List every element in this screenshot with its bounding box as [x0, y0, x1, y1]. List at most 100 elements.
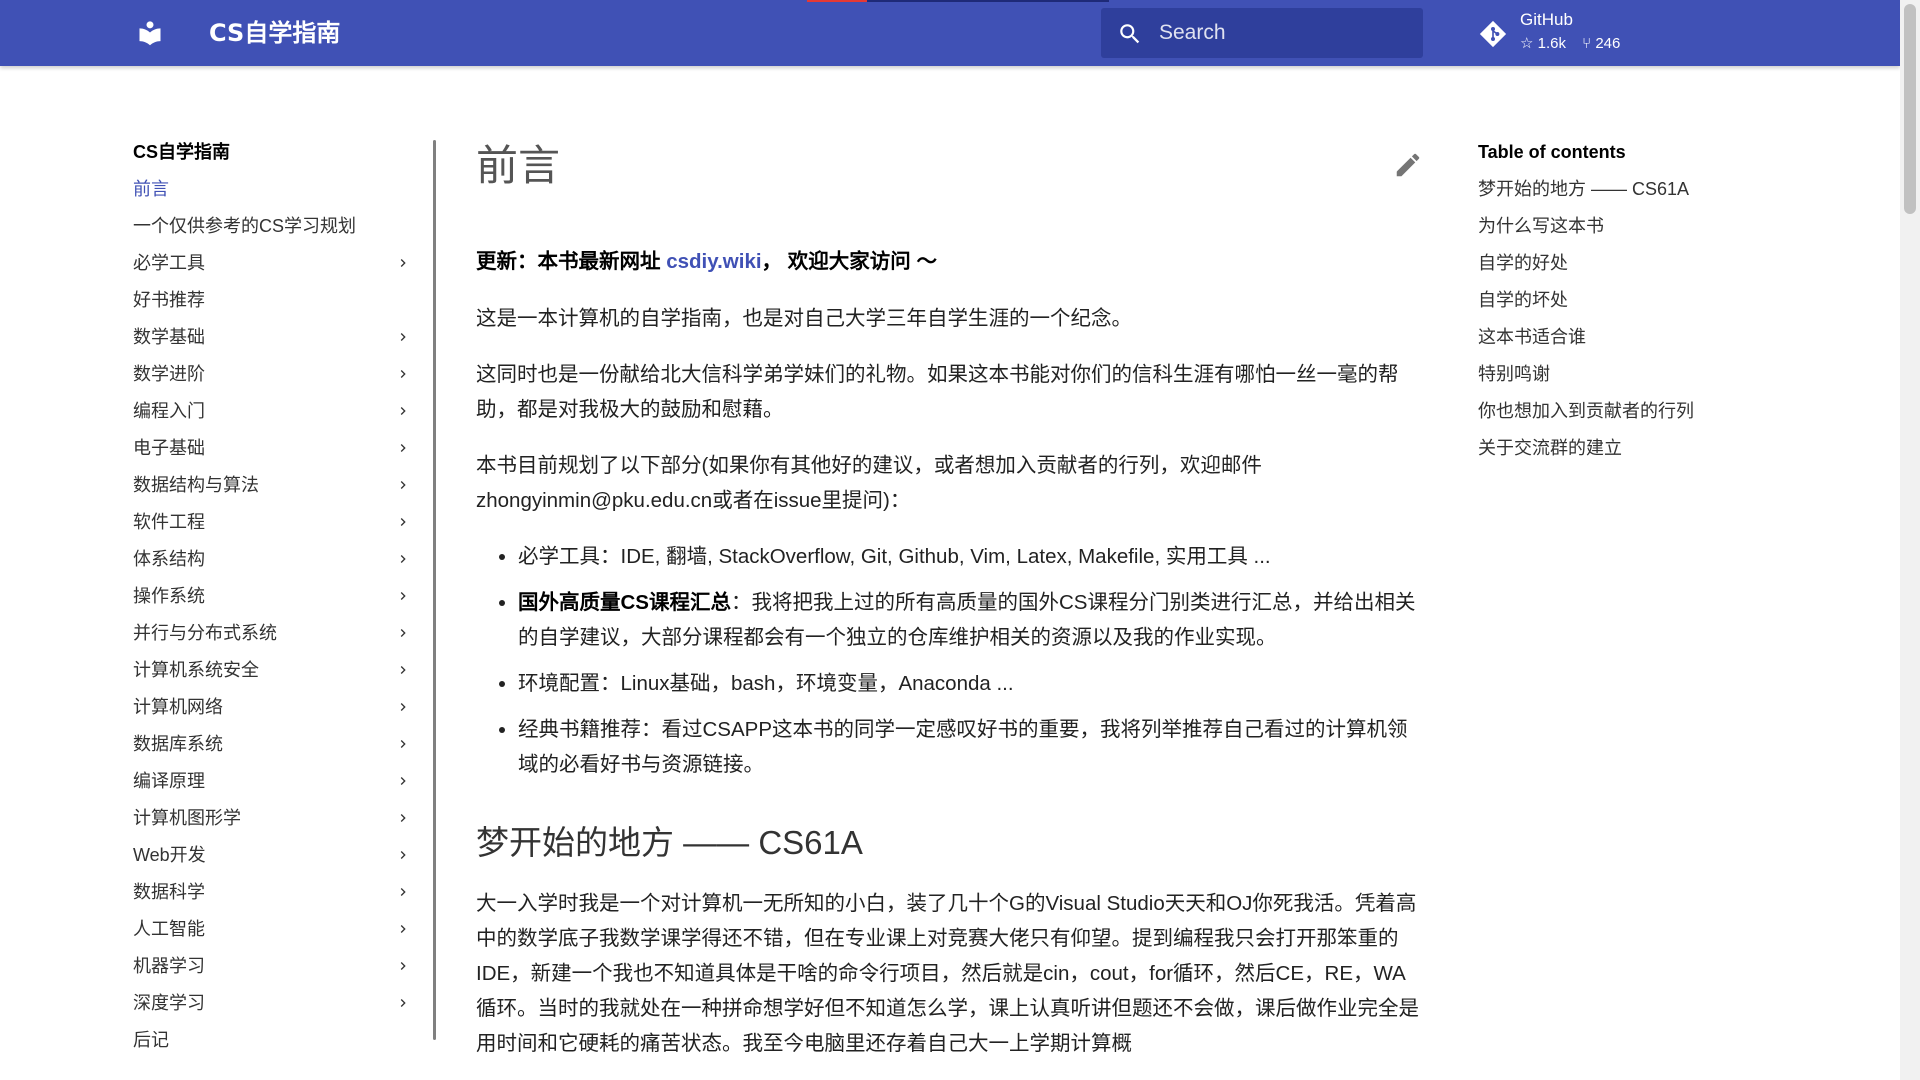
chevron-right-icon[interactable]	[395, 403, 411, 419]
chevron-right-icon[interactable]	[395, 773, 411, 789]
sidebar-item-label: 前言	[133, 179, 169, 199]
stars-count: 1.6k	[1537, 35, 1566, 52]
sidebar-item[interactable]: 电子基础	[133, 436, 433, 473]
book-logo-icon[interactable]	[136, 19, 164, 47]
repo-facts: ☆ 1.6k ⑂ 246	[1520, 34, 1632, 52]
list-item-text: 必学工具：IDE, 翻墙, StackOverflow, Git, Github…	[518, 545, 1271, 568]
list-item: 经典书籍推荐：看过CSAPP这本书的同学一定感叹好书的重要，我将列举推荐自己看过…	[518, 712, 1424, 782]
sidebar-item[interactable]: 计算机图形学	[133, 806, 433, 843]
chevron-right-icon[interactable]	[395, 958, 411, 974]
chevron-right-icon[interactable]	[395, 514, 411, 530]
sidebar-item[interactable]: 数据库系统	[133, 732, 433, 769]
sidebar-item[interactable]: 软件工程	[133, 510, 433, 547]
page-title: 前言	[476, 142, 561, 189]
sidebar-item-label: 数据库系统	[133, 734, 223, 754]
list-item: 环境配置：Linux基础，bash，环境变量，Anaconda ...	[518, 666, 1424, 701]
chevron-right-icon[interactable]	[395, 736, 411, 752]
sidebar-item[interactable]: 计算机网络	[133, 695, 433, 732]
sidebar-item-label: 数据结构与算法	[133, 475, 259, 495]
chevron-right-icon[interactable]	[395, 995, 411, 1011]
toc-item[interactable]: 你也想加入到贡献者的行列	[1478, 399, 1778, 436]
chevron-right-icon[interactable]	[395, 921, 411, 937]
sidebar-item[interactable]: 操作系统	[133, 584, 433, 621]
toc-item[interactable]: 自学的坏处	[1478, 288, 1778, 325]
sidebar-item[interactable]: Web开发	[133, 843, 433, 880]
chevron-right-icon[interactable]	[395, 884, 411, 900]
repo-name: GitHub	[1520, 10, 1573, 29]
intro-paragraph-2: 这同时也是一份献给北大信科学弟学妹们的礼物。如果这本书能对你们的信科生涯有哪怕一…	[476, 363, 1399, 421]
list-item: 必学工具：IDE, 翻墙, StackOverflow, Git, Github…	[518, 539, 1424, 574]
toc-title: Table of contents	[1478, 142, 1626, 162]
sidebar-item[interactable]: 好书推荐	[133, 288, 433, 325]
search-icon	[1120, 24, 1140, 44]
toc-item[interactable]: 这本书适合谁	[1478, 325, 1778, 362]
sidebar-item-label: 后记	[133, 1030, 169, 1050]
sidebar-item[interactable]: 体系结构	[133, 547, 433, 584]
github-repo-link[interactable]: GitHub ☆ 1.6k ⑂ 246	[1478, 10, 1678, 56]
sidebar-item-label: 体系结构	[133, 549, 205, 569]
toc-item[interactable]: 特别鸣谢	[1478, 362, 1778, 399]
sidebar-item[interactable]: 人工智能	[133, 917, 433, 954]
chevron-right-icon[interactable]	[395, 662, 411, 678]
intro-paragraph-3: 本书目前规划了以下部分(如果你有其他好的建议，或者想加入贡献者的行列，欢迎邮件z…	[476, 454, 1262, 512]
toc-item[interactable]: 为什么写这本书	[1478, 214, 1778, 251]
sidebar-item-label: 计算机图形学	[133, 808, 241, 828]
chevron-right-icon[interactable]	[395, 366, 411, 382]
chevron-right-icon[interactable]	[395, 810, 411, 826]
chevron-right-icon[interactable]	[395, 588, 411, 604]
chevron-right-icon[interactable]	[395, 625, 411, 641]
sidebar-item[interactable]: 前言	[133, 177, 433, 214]
sidebar-nav: CS自学指南 前言 一个仅供参考的CS学习规划 必学工具 好书推荐 数学基础 数学进阶 编程…	[133, 140, 433, 1050]
sidebar-item[interactable]: 深度学习	[133, 991, 433, 1028]
sidebar-item-label: Web开发	[133, 845, 206, 865]
sidebar-item[interactable]: 后记	[133, 1028, 433, 1050]
sidebar-item[interactable]: 编译原理	[133, 769, 433, 806]
toc-item[interactable]: 自学的好处	[1478, 251, 1778, 288]
chevron-right-icon[interactable]	[395, 847, 411, 863]
sidebar-item-label: 深度学习	[133, 993, 205, 1013]
site-link[interactable]: csdiy.wiki	[666, 250, 761, 273]
sidebar-item[interactable]: 数学进阶	[133, 362, 433, 399]
toc-item[interactable]: 梦开始的地方 —— CS61A	[1478, 177, 1778, 214]
sidebar-item[interactable]: 必学工具	[133, 251, 433, 288]
sidebar-item[interactable]: 数据科学	[133, 880, 433, 917]
scrollbar-thumb[interactable]	[1904, 4, 1916, 214]
sidebar-item-label: 人工智能	[133, 919, 205, 939]
sidebar-item[interactable]: 数学基础	[133, 325, 433, 362]
sidebar-item-label: 好书推荐	[133, 290, 205, 310]
intro-paragraph-1: 这是一本计算机的自学指南，也是对自己大学三年自学生涯的一个纪念。	[476, 307, 1132, 330]
sidebar-item[interactable]: 编程入门	[133, 399, 433, 436]
chevron-right-icon[interactable]	[395, 440, 411, 456]
chevron-right-icon[interactable]	[395, 477, 411, 493]
sidebar-item[interactable]: 机器学习	[133, 954, 433, 991]
chevron-right-icon[interactable]	[395, 255, 411, 271]
page-scrollbar[interactable]	[1900, 0, 1920, 1080]
sidebar-item-label: 计算机网络	[133, 697, 223, 717]
git-icon	[1479, 20, 1507, 48]
sidebar-item[interactable]: 数据结构与算法	[133, 473, 433, 510]
forks-fact: ⑂ 246	[1582, 35, 1621, 52]
chevron-right-icon[interactable]	[395, 699, 411, 715]
update-prefix: 更新：本书最新网址	[476, 250, 667, 273]
sidebar-item-label: 一个仅供参考的CS学习规划	[133, 216, 357, 236]
list-item-text: 环境配置：Linux基础，bash，环境变量，Anaconda ...	[518, 672, 1014, 695]
chevron-right-icon[interactable]	[395, 551, 411, 567]
update-notice: 更新：本书最新网址 csdiy.wiki， 欢迎大家访问 ～	[476, 244, 1424, 279]
sidebar-item-label: 数据科学	[133, 882, 205, 902]
sidebar-item[interactable]: 计算机系统安全	[133, 658, 433, 695]
list-item: 国外高质量CS课程汇总：我将把我上过的所有高质量的国外CS课程分门别类进行汇总，…	[518, 585, 1424, 655]
sidebar-item-label: 编程入门	[133, 401, 205, 421]
toc-item[interactable]: 关于交流群的建立	[1478, 436, 1778, 473]
list-item-text: 经典书籍推荐：看过CSAPP这本书的同学一定感叹好书的重要，我将列举推荐自己看过…	[518, 718, 1408, 776]
parts-list: 必学工具：IDE, 翻墙, StackOverflow, Git, Github…	[518, 539, 1424, 782]
search-box[interactable]	[1101, 8, 1423, 58]
table-of-contents: Table of contents 梦开始的地方 —— CS61A 为什么写这本书…	[1478, 140, 1778, 473]
site-title[interactable]: CS自学指南	[209, 19, 340, 47]
sidebar-list: 前言 一个仅供参考的CS学习规划 必学工具 好书推荐 数学基础 数学进阶 编程入门 电子基础数…	[133, 177, 433, 1050]
sidebar-item[interactable]: 并行与分布式系统	[133, 621, 433, 658]
chevron-right-icon[interactable]	[395, 329, 411, 345]
search-input[interactable]	[1159, 18, 1409, 48]
sidebar-scrollbar[interactable]	[433, 140, 436, 1040]
sidebar-item[interactable]: 一个仅供参考的CS学习规划	[133, 214, 433, 251]
edit-pencil-icon[interactable]	[1393, 150, 1423, 180]
